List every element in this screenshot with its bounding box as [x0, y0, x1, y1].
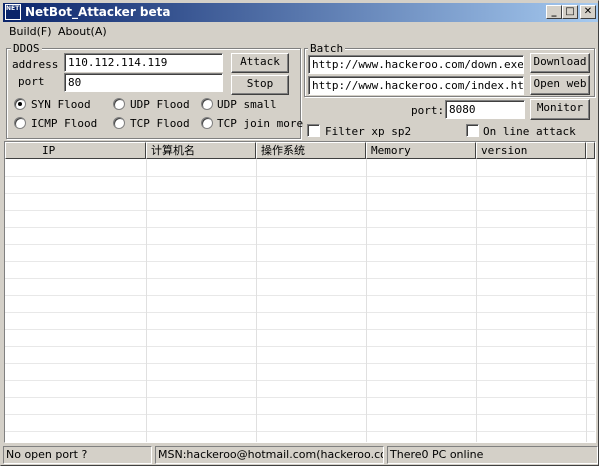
- filter-xp-label[interactable]: Filter xp sp2: [325, 125, 411, 138]
- status-port: No open port ?: [3, 446, 152, 464]
- grid-row-line: [5, 397, 595, 398]
- ddos-group-label: DDOS: [11, 42, 42, 55]
- radio-tcp-join-more[interactable]: [201, 117, 213, 129]
- batch-group-label: Batch: [308, 42, 346, 55]
- radio-udp-flood[interactable]: [113, 98, 125, 110]
- batch-url2-input[interactable]: http://www.hackeroo.com/index.htm: [308, 76, 524, 95]
- radio-syn-flood-label[interactable]: SYN Flood: [31, 98, 91, 111]
- radio-icmp-flood[interactable]: [14, 117, 26, 129]
- radio-icmp-flood-label[interactable]: ICMP Flood: [31, 117, 97, 130]
- online-attack-checkbox[interactable]: [466, 124, 479, 137]
- port-input[interactable]: 80: [64, 73, 223, 92]
- menu-about[interactable]: About(A): [58, 25, 107, 38]
- grid-row-line: [5, 176, 595, 177]
- close-icon: ✕: [583, 6, 593, 17]
- grid-row-line: [5, 261, 595, 262]
- status-msn: MSN:hackeroo@hotmail.com(hackeroo.com): [155, 446, 384, 464]
- stop-button[interactable]: Stop: [231, 75, 289, 95]
- maximize-icon: □: [565, 6, 575, 17]
- status-bar: No open port ? MSN:hackeroo@hotmail.com(…: [3, 445, 598, 465]
- monitor-button[interactable]: Monitor: [530, 99, 590, 120]
- grid-row-line: [5, 312, 595, 313]
- window-title: NetBot_Attacker beta: [25, 5, 171, 19]
- grid-column-line: [366, 159, 367, 442]
- main-window: NETBOT NetBot_Attacker beta _ □ ✕ Build(…: [0, 0, 599, 466]
- grid-row-line: [5, 329, 595, 330]
- minimize-icon: _: [551, 6, 557, 17]
- radio-tcp-flood-label[interactable]: TCP Flood: [130, 117, 190, 130]
- grid-row-line: [5, 380, 595, 381]
- grid-column-line: [586, 159, 587, 442]
- close-button[interactable]: ✕: [580, 5, 596, 19]
- filter-xp-checkbox[interactable]: [307, 124, 320, 137]
- batch-url1-input[interactable]: http://www.hackeroo.com/down.exe: [308, 55, 524, 74]
- status-online-count: There0 PC online: [387, 446, 598, 464]
- hosts-table[interactable]: IP 计算机名 操作系统 Memory version: [4, 141, 596, 443]
- menu-build[interactable]: Build(F): [9, 25, 52, 38]
- radio-syn-flood[interactable]: [14, 98, 26, 110]
- grid-row-line: [5, 414, 595, 415]
- address-input[interactable]: 110.112.114.119: [64, 53, 223, 72]
- grid-row-line: [5, 193, 595, 194]
- download-button[interactable]: Download: [530, 53, 590, 73]
- radio-udp-small-label[interactable]: UDP small: [217, 98, 277, 111]
- grid-column-line: [476, 159, 477, 442]
- menu-bar: Build(F) About(A): [3, 22, 598, 41]
- port-label: port: [18, 75, 45, 88]
- grid-row-line: [5, 431, 595, 432]
- grid-row-line: [5, 244, 595, 245]
- grid-row-line: [5, 210, 595, 211]
- minimize-button[interactable]: _: [546, 5, 562, 19]
- radio-tcp-join-more-label[interactable]: TCP join more: [217, 117, 303, 130]
- open-web-button[interactable]: Open web: [530, 75, 590, 95]
- grid-row-line: [5, 363, 595, 364]
- grid-row-line: [5, 278, 595, 279]
- address-label: address: [12, 58, 59, 71]
- grid-row-line: [5, 295, 595, 296]
- grid-row-line: [5, 227, 595, 228]
- radio-udp-flood-label[interactable]: UDP Flood: [130, 98, 190, 111]
- radio-selected-dot: [18, 102, 22, 106]
- grid-column-line: [146, 159, 147, 442]
- radio-udp-small[interactable]: [201, 98, 213, 110]
- title-bar[interactable]: NETBOT NetBot_Attacker beta _ □ ✕: [3, 3, 598, 22]
- radio-tcp-flood[interactable]: [113, 117, 125, 129]
- table-grid: [5, 142, 595, 442]
- attack-button[interactable]: Attack: [231, 53, 289, 73]
- maximize-button[interactable]: □: [562, 5, 578, 19]
- monitor-port-input[interactable]: 8080: [445, 100, 525, 119]
- monitor-port-label: port:: [411, 104, 445, 117]
- online-attack-label[interactable]: On line attack: [483, 125, 576, 138]
- app-icon: NETBOT: [5, 4, 21, 20]
- grid-row-line: [5, 346, 595, 347]
- grid-column-line: [256, 159, 257, 442]
